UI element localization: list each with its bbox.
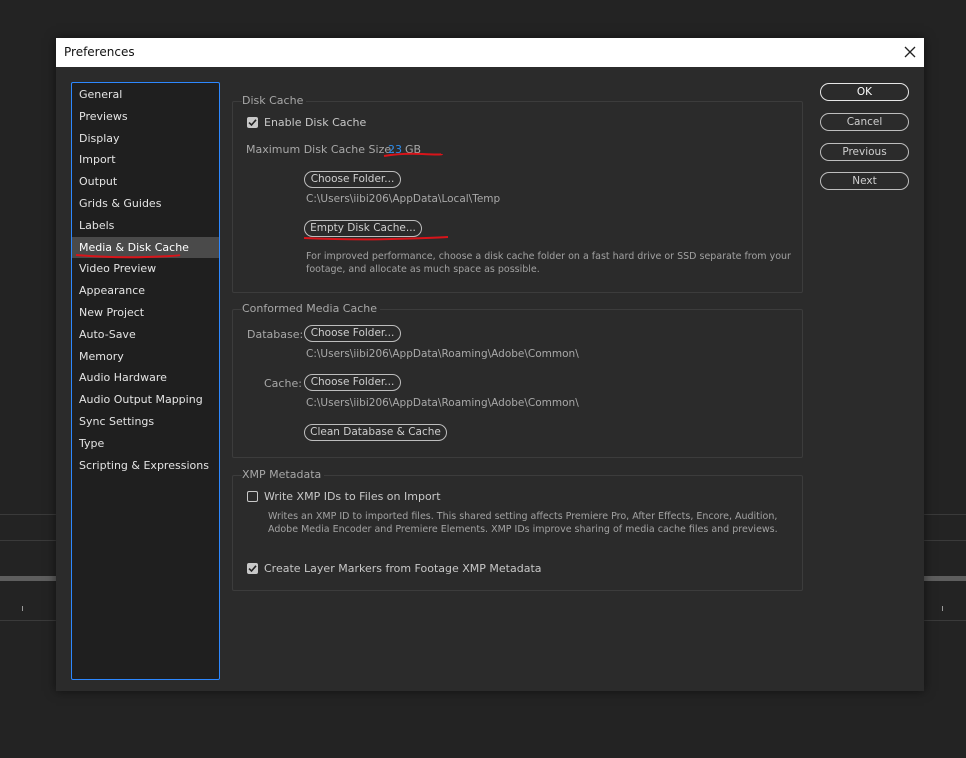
sidebar-item-memory[interactable]: Memory	[72, 346, 219, 368]
write-xmp-ids-checkbox[interactable]	[247, 491, 258, 502]
sidebar-item-new-project[interactable]: New Project	[72, 302, 219, 324]
cache-folder-path: C:\Users\iibi206\AppData\Roaming\Adobe\C…	[306, 397, 579, 409]
xmp-group-label: XMP Metadata	[242, 468, 325, 481]
background-tick	[942, 606, 943, 611]
cache-choose-folder-button[interactable]: Choose Folder...	[304, 374, 401, 391]
sidebar-item-video-preview[interactable]: Video Preview	[72, 258, 219, 280]
sidebar-item-media-disk-cache[interactable]: Media & Disk Cache	[72, 236, 219, 259]
sidebar-item-display[interactable]: Display	[72, 128, 219, 150]
empty-disk-cache-button[interactable]: Empty Disk Cache...	[304, 220, 422, 237]
max-cache-size-label: Maximum Disk Cache Size:	[246, 143, 395, 156]
clean-database-cache-button[interactable]: Clean Database & Cache	[304, 424, 447, 441]
disk-cache-hint-line1: For improved performance, choose a disk …	[306, 251, 791, 262]
disk-cache-hint-line2: footage, and allocate as much space as p…	[306, 264, 540, 275]
cache-label: Cache:	[264, 377, 302, 390]
write-xmp-ids-label[interactable]: Write XMP IDs to Files on Import	[264, 490, 441, 503]
conformed-cache-group-label: Conformed Media Cache	[242, 302, 381, 315]
sidebar-item-labels[interactable]: Labels	[72, 215, 219, 237]
disk-cache-folder-path: C:\Users\iibi206\AppData\Local\Temp	[306, 193, 501, 205]
write-xmp-ids-desc-line2: Adobe Media Encoder and Premiere Element…	[268, 524, 778, 535]
dialog-titlebar: Preferences	[56, 38, 924, 67]
create-layer-markers-label[interactable]: Create Layer Markers from Footage XMP Me…	[264, 562, 542, 575]
disk-cache-choose-folder-button[interactable]: Choose Folder...	[304, 171, 401, 188]
create-layer-markers-checkbox[interactable]	[247, 563, 258, 574]
close-icon[interactable]	[900, 40, 920, 64]
ok-button[interactable]: OK	[820, 83, 909, 101]
sidebar-item-type[interactable]: Type	[72, 433, 219, 455]
sidebar-item-audio-hardware[interactable]: Audio Hardware	[72, 367, 219, 389]
dialog-title: Preferences	[64, 45, 135, 59]
cancel-button[interactable]: Cancel	[820, 113, 909, 131]
sidebar-item-import[interactable]: Import	[72, 149, 219, 171]
sidebar-item-scripting-expressions[interactable]: Scripting & Expressions	[72, 455, 219, 477]
max-cache-size-value[interactable]: 23	[388, 143, 402, 156]
enable-disk-cache-label[interactable]: Enable Disk Cache	[264, 116, 366, 129]
background-tick	[22, 606, 23, 611]
enable-disk-cache-checkbox[interactable]	[247, 117, 258, 128]
category-list: General Previews Display Import Output G…	[71, 82, 220, 680]
sidebar-item-general[interactable]: General	[72, 84, 219, 106]
previous-button[interactable]: Previous	[820, 143, 909, 161]
sidebar-item-appearance[interactable]: Appearance	[72, 280, 219, 302]
write-xmp-ids-desc-line1: Writes an XMP ID to imported files. This…	[268, 511, 778, 522]
sidebar-item-grids-guides[interactable]: Grids & Guides	[72, 193, 219, 215]
disk-cache-group-label: Disk Cache	[242, 94, 307, 107]
next-button[interactable]: Next	[820, 172, 909, 190]
sidebar-item-auto-save[interactable]: Auto-Save	[72, 324, 219, 346]
max-cache-size-unit: GB	[405, 143, 422, 156]
database-label: Database:	[247, 328, 304, 341]
database-choose-folder-button[interactable]: Choose Folder...	[304, 325, 401, 342]
preferences-dialog: Preferences General Previews Display Imp…	[56, 38, 924, 691]
sidebar-item-previews[interactable]: Previews	[72, 106, 219, 128]
sidebar-item-output[interactable]: Output	[72, 171, 219, 193]
sidebar-item-audio-output-mapping[interactable]: Audio Output Mapping	[72, 389, 219, 411]
sidebar-item-sync-settings[interactable]: Sync Settings	[72, 411, 219, 433]
database-folder-path: C:\Users\iibi206\AppData\Roaming\Adobe\C…	[306, 348, 579, 360]
